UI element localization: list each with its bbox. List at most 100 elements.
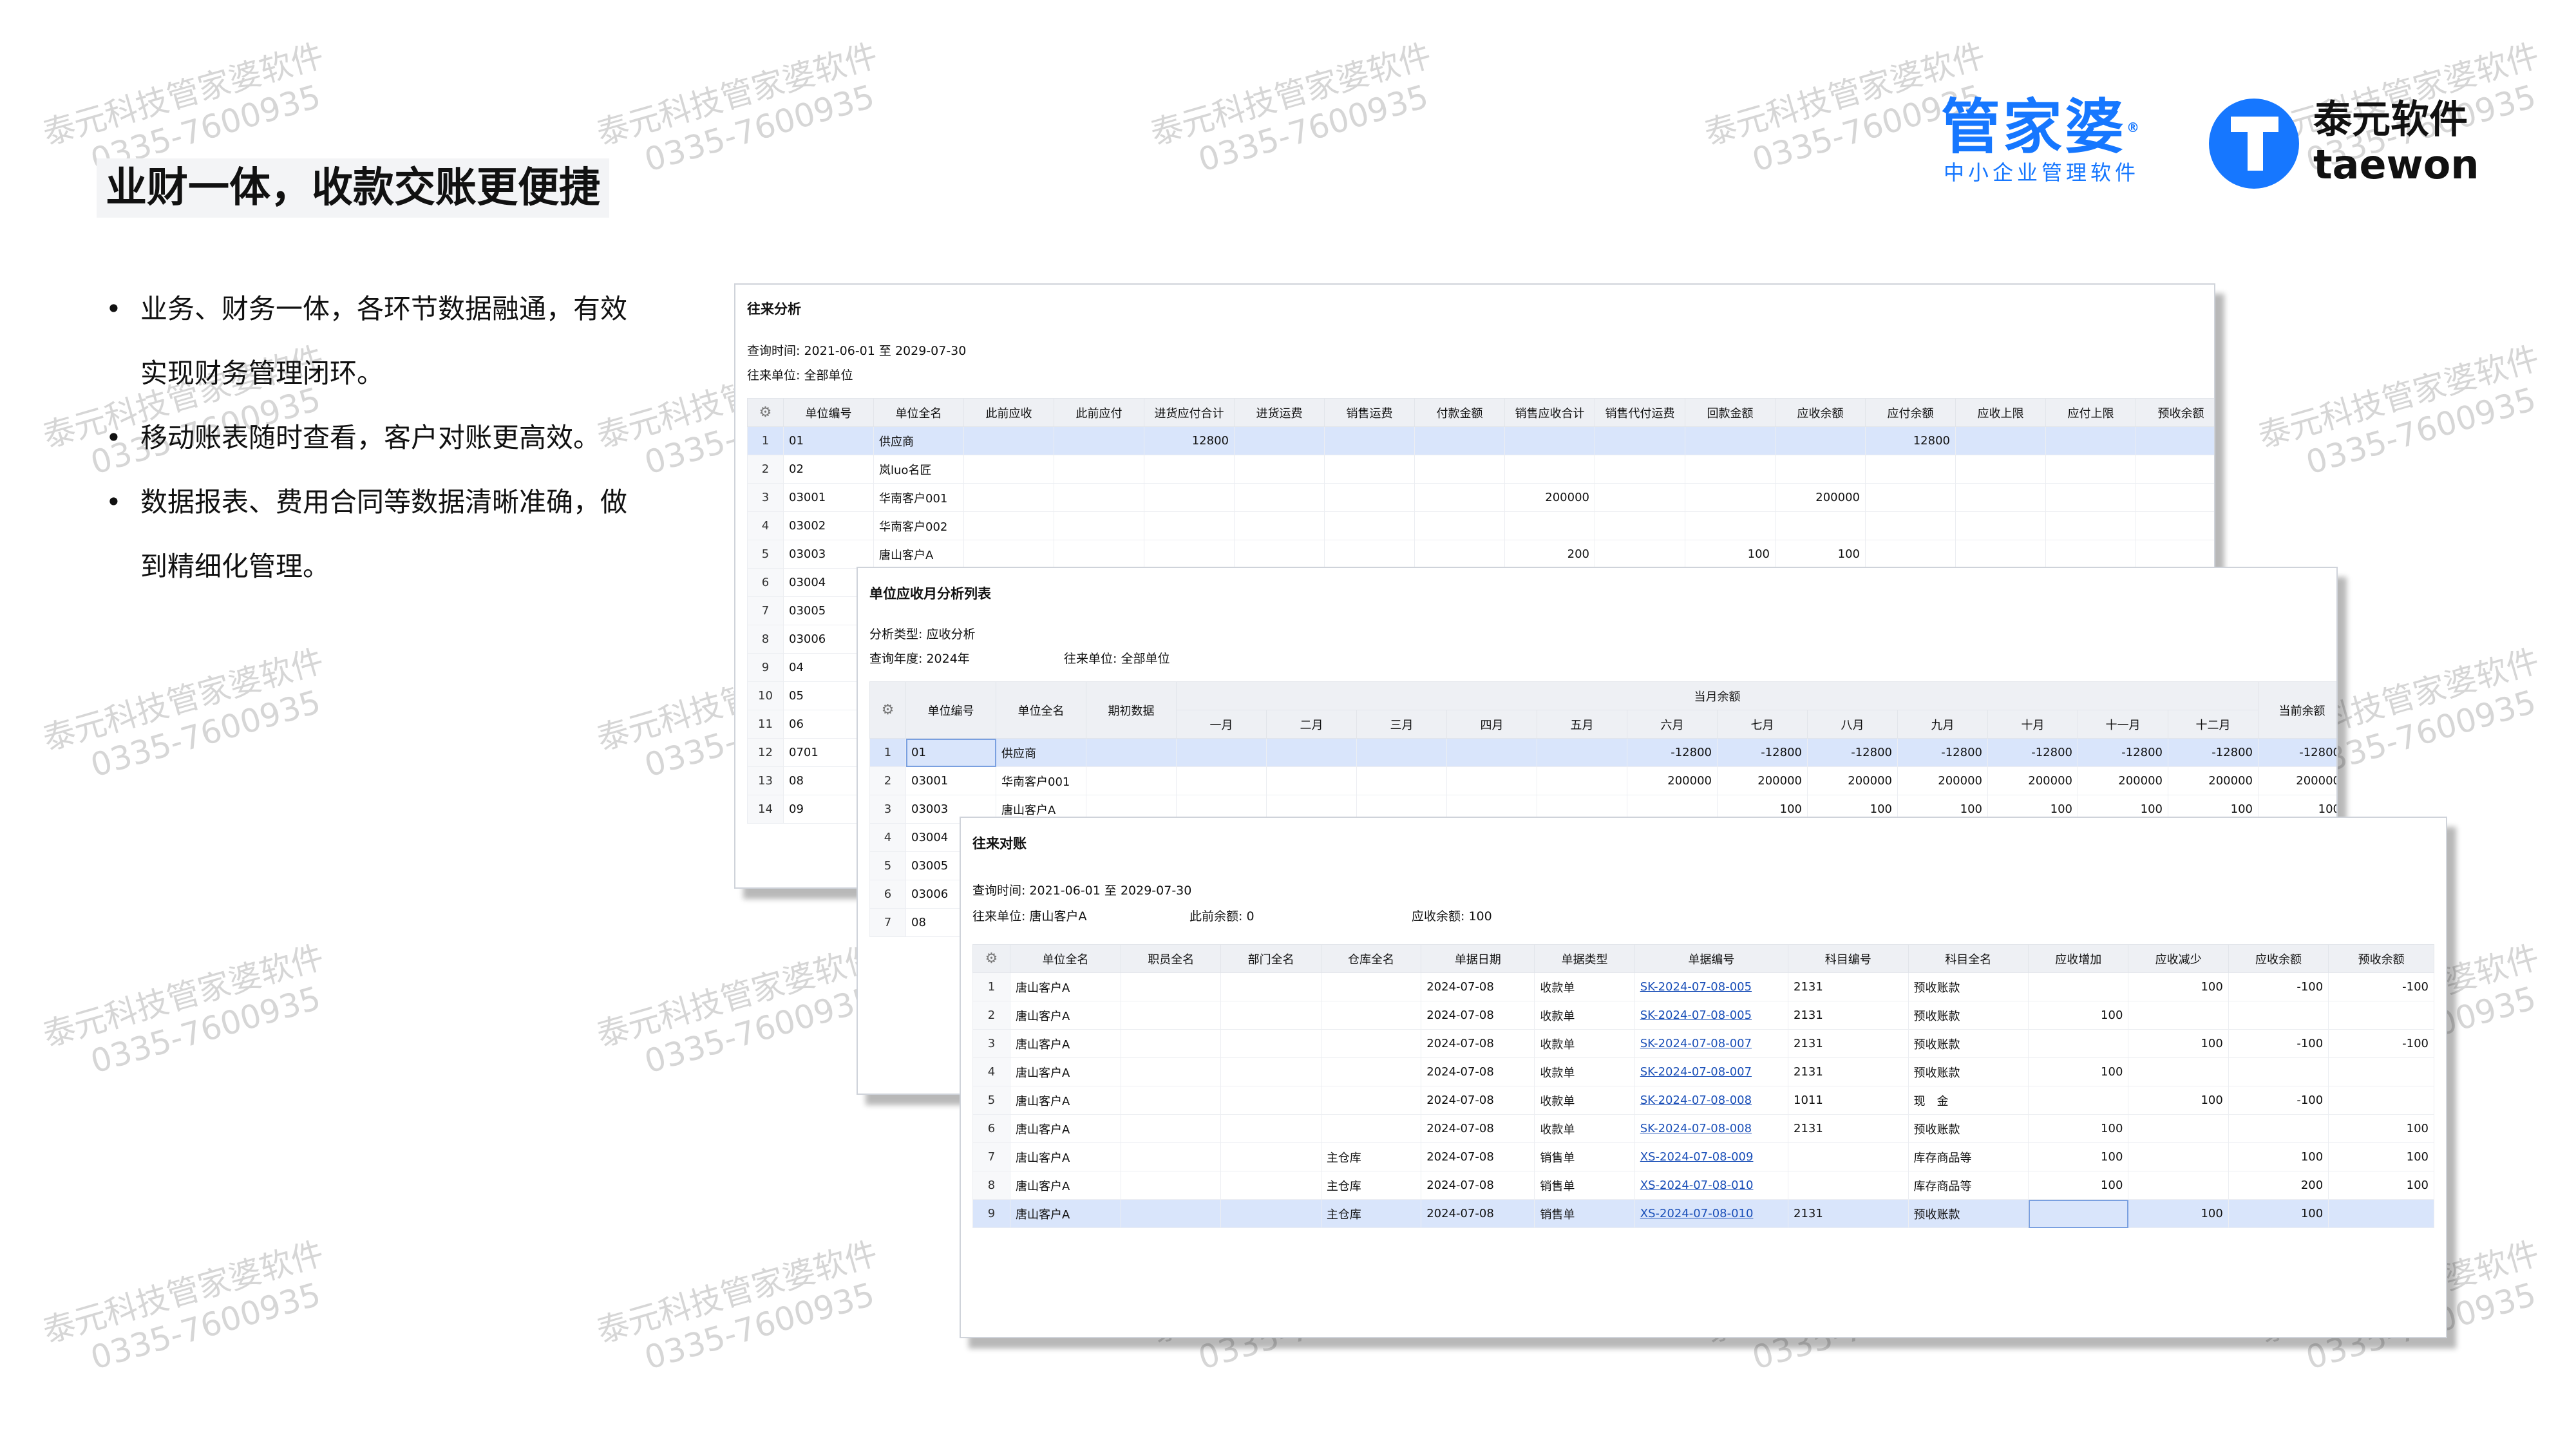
table-cell[interactable] [2045,483,2136,512]
table-cell[interactable]: 200000 [2078,766,2168,795]
column-header[interactable]: 四月 [1446,710,1537,739]
table-cell[interactable] [1595,511,1685,540]
table-cell[interactable]: 200000 [1775,483,1866,512]
document-number-link[interactable]: XS-2024-07-08-010 [1634,1171,1789,1200]
column-header[interactable]: 六月 [1627,710,1718,739]
column-header[interactable]: 此前应付 [1054,398,1144,427]
column-header[interactable]: 单位全名 [873,398,964,427]
table-cell[interactable] [1685,426,1776,455]
column-header[interactable]: 十二月 [2168,710,2259,739]
table-cell[interactable] [1086,766,1177,795]
table-cell[interactable] [1775,426,1866,455]
table-cell[interactable] [1865,511,1956,540]
table-cell[interactable] [1775,511,1866,540]
table-cell[interactable]: 200000 [1717,766,1808,795]
column-header[interactable]: 二月 [1266,710,1357,739]
column-header[interactable]: 应收余额 [1775,398,1866,427]
column-header[interactable]: 预收余额 [2136,398,2214,427]
document-number-link[interactable]: SK-2024-07-08-008 [1634,1086,1789,1115]
column-header[interactable]: 期初数据 [1086,681,1177,739]
column-settings-gear-icon[interactable]: ⚙ [869,681,906,739]
table-cell[interactable]: 01 [905,738,996,767]
table-cell[interactable] [1054,540,1144,569]
column-header[interactable]: 十月 [1987,710,2078,739]
table-cell[interactable]: -12800 [2078,738,2168,767]
table-cell[interactable] [1324,426,1415,455]
table-cell[interactable] [1504,511,1595,540]
table-cell[interactable]: 200000 [1807,766,1898,795]
column-header[interactable]: 七月 [1717,710,1808,739]
table-row[interactable]: 4 唐山客户A 2024-07-08 收款单 SK-2024-07-08-007 2131… [972,1057,2434,1086]
table-cell[interactable] [1685,511,1776,540]
table-cell[interactable]: 200000 [1897,766,1988,795]
table-cell[interactable] [2136,455,2214,484]
table-cell[interactable] [1504,455,1595,484]
table-cell[interactable] [1086,738,1177,767]
table-cell[interactable] [1234,426,1325,455]
column-header[interactable]: 付款金额 [1414,398,1505,427]
table-cell[interactable] [1955,540,2046,569]
table-cell[interactable] [1324,540,1415,569]
table-row[interactable]: 8 唐山客户A 主仓库 2024-07-08 销售单 XS-2024-07-08-010 库… [972,1171,2434,1200]
table-row[interactable]: 1 01 供应商 -12800 -12800 -12800 -12800 -12800 -128… [869,738,2336,767]
table-cell[interactable] [1446,738,1537,767]
table-cell[interactable]: 200000 [2258,766,2336,795]
table-cell[interactable]: -12800 [1627,738,1718,767]
table-cell[interactable] [1356,738,1447,767]
table-cell[interactable] [2045,426,2136,455]
table-cell[interactable] [1234,540,1325,569]
column-header[interactable]: 单据日期 [1421,944,1535,973]
column-header[interactable]: 此前应收 [963,398,1054,427]
table-cell[interactable]: 02 [783,455,874,484]
column-header[interactable]: 十一月 [2078,710,2168,739]
column-header[interactable]: 单据编号 [1634,944,1789,973]
table-row[interactable]: 2 唐山客户A 2024-07-08 收款单 SK-2024-07-08-005 2131… [972,1001,2434,1030]
column-header[interactable]: 单位全名 [996,681,1086,739]
table-cell[interactable]: 华南客户002 [873,511,964,540]
column-header[interactable]: 应收上限 [1955,398,2046,427]
table-row[interactable]: 4 03002 华南客户002 [747,511,2214,540]
table-cell[interactable] [1414,426,1505,455]
table-cell[interactable] [963,426,1054,455]
column-header[interactable]: 销售代付运费 [1595,398,1685,427]
document-number-link[interactable]: SK-2024-07-08-005 [1634,1001,1789,1030]
table-cell[interactable]: 200000 [1987,766,2078,795]
table-cell[interactable] [1054,483,1144,512]
document-number-link[interactable]: SK-2024-07-08-007 [1634,1057,1789,1086]
table-row[interactable]: 3 唐山客户A 2024-07-08 收款单 SK-2024-07-08-007 2131… [972,1029,2434,1058]
table-row[interactable]: 9 唐山客户A 主仓库 2024-07-08 销售单 XS-2024-07-08-010 2… [972,1199,2434,1228]
table-cell[interactable] [1865,540,1956,569]
column-header[interactable]: 回款金额 [1685,398,1776,427]
column-header[interactable]: 当前余额 [2258,681,2336,739]
table-cell[interactable] [1176,766,1267,795]
table-row[interactable]: 5 03003 唐山客户A 200 100 100 [747,540,2214,569]
table-cell[interactable] [1504,426,1595,455]
table-cell[interactable] [2045,540,2136,569]
table-cell[interactable] [2136,483,2214,512]
table-cell[interactable] [1537,766,1627,795]
table-row[interactable]: 3 03001 华南客户001 200000 200000 [747,483,2214,512]
table-cell[interactable] [1595,426,1685,455]
column-header[interactable]: 科目全名 [1908,944,2029,973]
column-header[interactable]: 单据类型 [1534,944,1635,973]
document-number-link[interactable]: XS-2024-07-08-010 [1634,1199,1789,1228]
column-header[interactable]: 部门全名 [1220,944,1321,973]
table-cell[interactable] [2136,426,2214,455]
table-cell[interactable] [1324,483,1415,512]
document-number-link[interactable]: SK-2024-07-08-005 [1634,972,1789,1001]
table-cell[interactable] [1324,511,1415,540]
column-header[interactable]: 三月 [1356,710,1447,739]
column-header[interactable]: 进货运费 [1234,398,1325,427]
column-header[interactable]: 单位编号 [783,398,874,427]
column-header[interactable]: 一月 [1176,710,1267,739]
table-cell[interactable] [2045,455,2136,484]
table-cell[interactable] [1266,766,1357,795]
table-cell[interactable] [1234,511,1325,540]
table-cell[interactable] [2136,540,2214,569]
column-header[interactable]: 销售应收合计 [1504,398,1595,427]
column-header[interactable]: 应收增加 [2027,944,2129,973]
table-cell[interactable]: 供应商 [873,426,964,455]
table-cell[interactable] [1144,483,1235,512]
table-cell[interactable]: 华南客户001 [996,766,1086,795]
table-cell[interactable]: 供应商 [996,738,1086,767]
